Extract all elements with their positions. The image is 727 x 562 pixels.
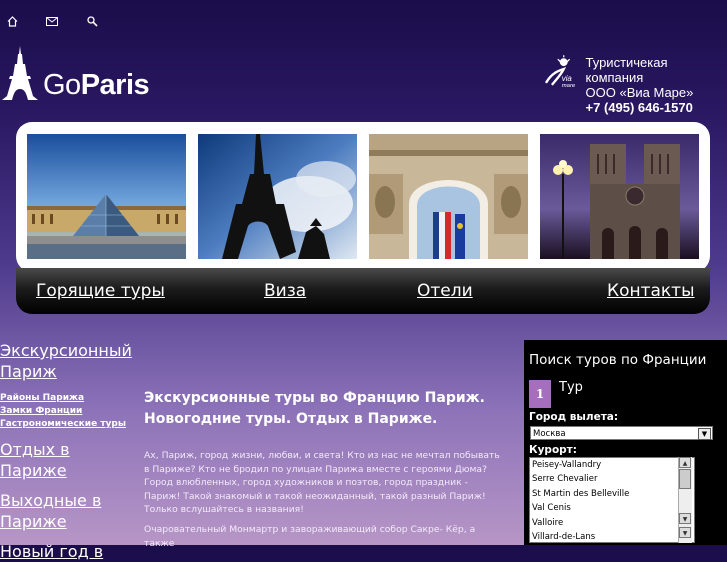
list-item[interactable]: Villard-de-Lans	[530, 530, 694, 542]
departure-select[interactable]: Москва ▼	[530, 426, 713, 440]
site-logo[interactable]: GoParis	[0, 46, 150, 102]
scroll-down-icon[interactable]: ▼	[679, 527, 691, 538]
search-icon[interactable]	[85, 14, 99, 28]
svg-text:mare: mare	[562, 83, 576, 89]
resort-list-scrollbar[interactable]: ▲ ▼ ▼	[678, 457, 692, 543]
nav-visa[interactable]: Виза	[264, 281, 306, 301]
company-name: Туристичекая компания	[585, 55, 668, 85]
list-item[interactable]: Serre Chevalier	[530, 472, 694, 486]
sidebar-rest-in-paris[interactable]: Отдых в Париже	[0, 439, 135, 481]
company-phone: +7 (495) 646-1570	[585, 100, 693, 115]
scroll-thumb[interactable]	[679, 469, 691, 489]
list-item[interactable]: Val Cenis	[530, 501, 694, 515]
sidebar-new-year[interactable]: Новый год в	[0, 541, 135, 562]
sidebar-france-castles[interactable]: Замки Франции	[0, 405, 135, 418]
arc-de-triomphe-photo[interactable]	[369, 134, 528, 259]
resort-label: Курорт:	[529, 444, 577, 456]
list-item[interactable]: Peisey-Vallandry	[530, 458, 694, 472]
eiffel-tower-photo[interactable]	[198, 134, 357, 259]
nav-contacts[interactable]: Контакты	[607, 281, 695, 301]
company-legal-name: ООО «Виа Маре»	[585, 85, 694, 100]
page-heading: Экскурсионные туры во Францию Париж. Нов…	[144, 390, 485, 427]
second-paragraph: Очаровательный Монмартр и завораживающий…	[144, 523, 476, 549]
left-sidebar: Экскурсионный Париж Районы Парижа Замки …	[0, 340, 135, 562]
top-icon-bar	[5, 14, 99, 28]
chevron-down-icon: ▼	[698, 428, 711, 440]
search-title: Поиск туров по Франции	[529, 352, 707, 368]
photo-gallery	[16, 122, 710, 272]
home-icon[interactable]	[5, 14, 19, 28]
mail-icon[interactable]	[45, 14, 59, 28]
main-content: Экскурсионные туры во Францию Париж. Нов…	[144, 388, 506, 550]
list-item[interactable]: Valloire	[530, 516, 694, 530]
tour-search-panel: Поиск туров по Франции 1 Тур Город вылет…	[524, 340, 727, 545]
eiffel-tower-icon	[2, 46, 38, 100]
scroll-up-icon[interactable]: ▲	[679, 457, 691, 468]
svg-text:via: via	[562, 74, 573, 83]
sidebar-paris-districts[interactable]: Районы Парижа	[0, 392, 135, 405]
sidebar-excursion-paris[interactable]: Экскурсионный Париж	[0, 340, 135, 382]
step-label: Тур	[559, 380, 583, 395]
notre-dame-photo[interactable]	[540, 134, 699, 259]
departure-label: Город вылета:	[529, 411, 619, 423]
louvre-photo[interactable]	[27, 134, 186, 259]
logo-text: GoParis	[43, 69, 150, 101]
intro-paragraph: Ах, Париж, город жизни, любви, и света! …	[144, 450, 500, 516]
nav-hotels[interactable]: Отели	[417, 281, 473, 301]
departure-value: Москва	[533, 429, 566, 439]
via-mare-logo-icon: via mare	[544, 55, 576, 89]
main-nav: Горящие туры Виза Отели Контакты	[16, 268, 710, 314]
resort-list[interactable]: Peisey-Vallandry Serre Chevalier St Mart…	[529, 457, 695, 543]
nav-hot-tours[interactable]: Горящие туры	[36, 281, 165, 301]
scroll-down-icon[interactable]: ▼	[679, 513, 691, 524]
company-info: via mare Туристичекая компания ООО «Виа …	[544, 55, 727, 115]
sidebar-gastronomic-tours[interactable]: Гастрономические туры	[0, 418, 135, 431]
step-badge: 1	[529, 380, 551, 408]
list-item[interactable]: St Martin des Belleville	[530, 487, 694, 501]
sidebar-weekend-paris[interactable]: Выходные в Париже	[0, 490, 135, 532]
